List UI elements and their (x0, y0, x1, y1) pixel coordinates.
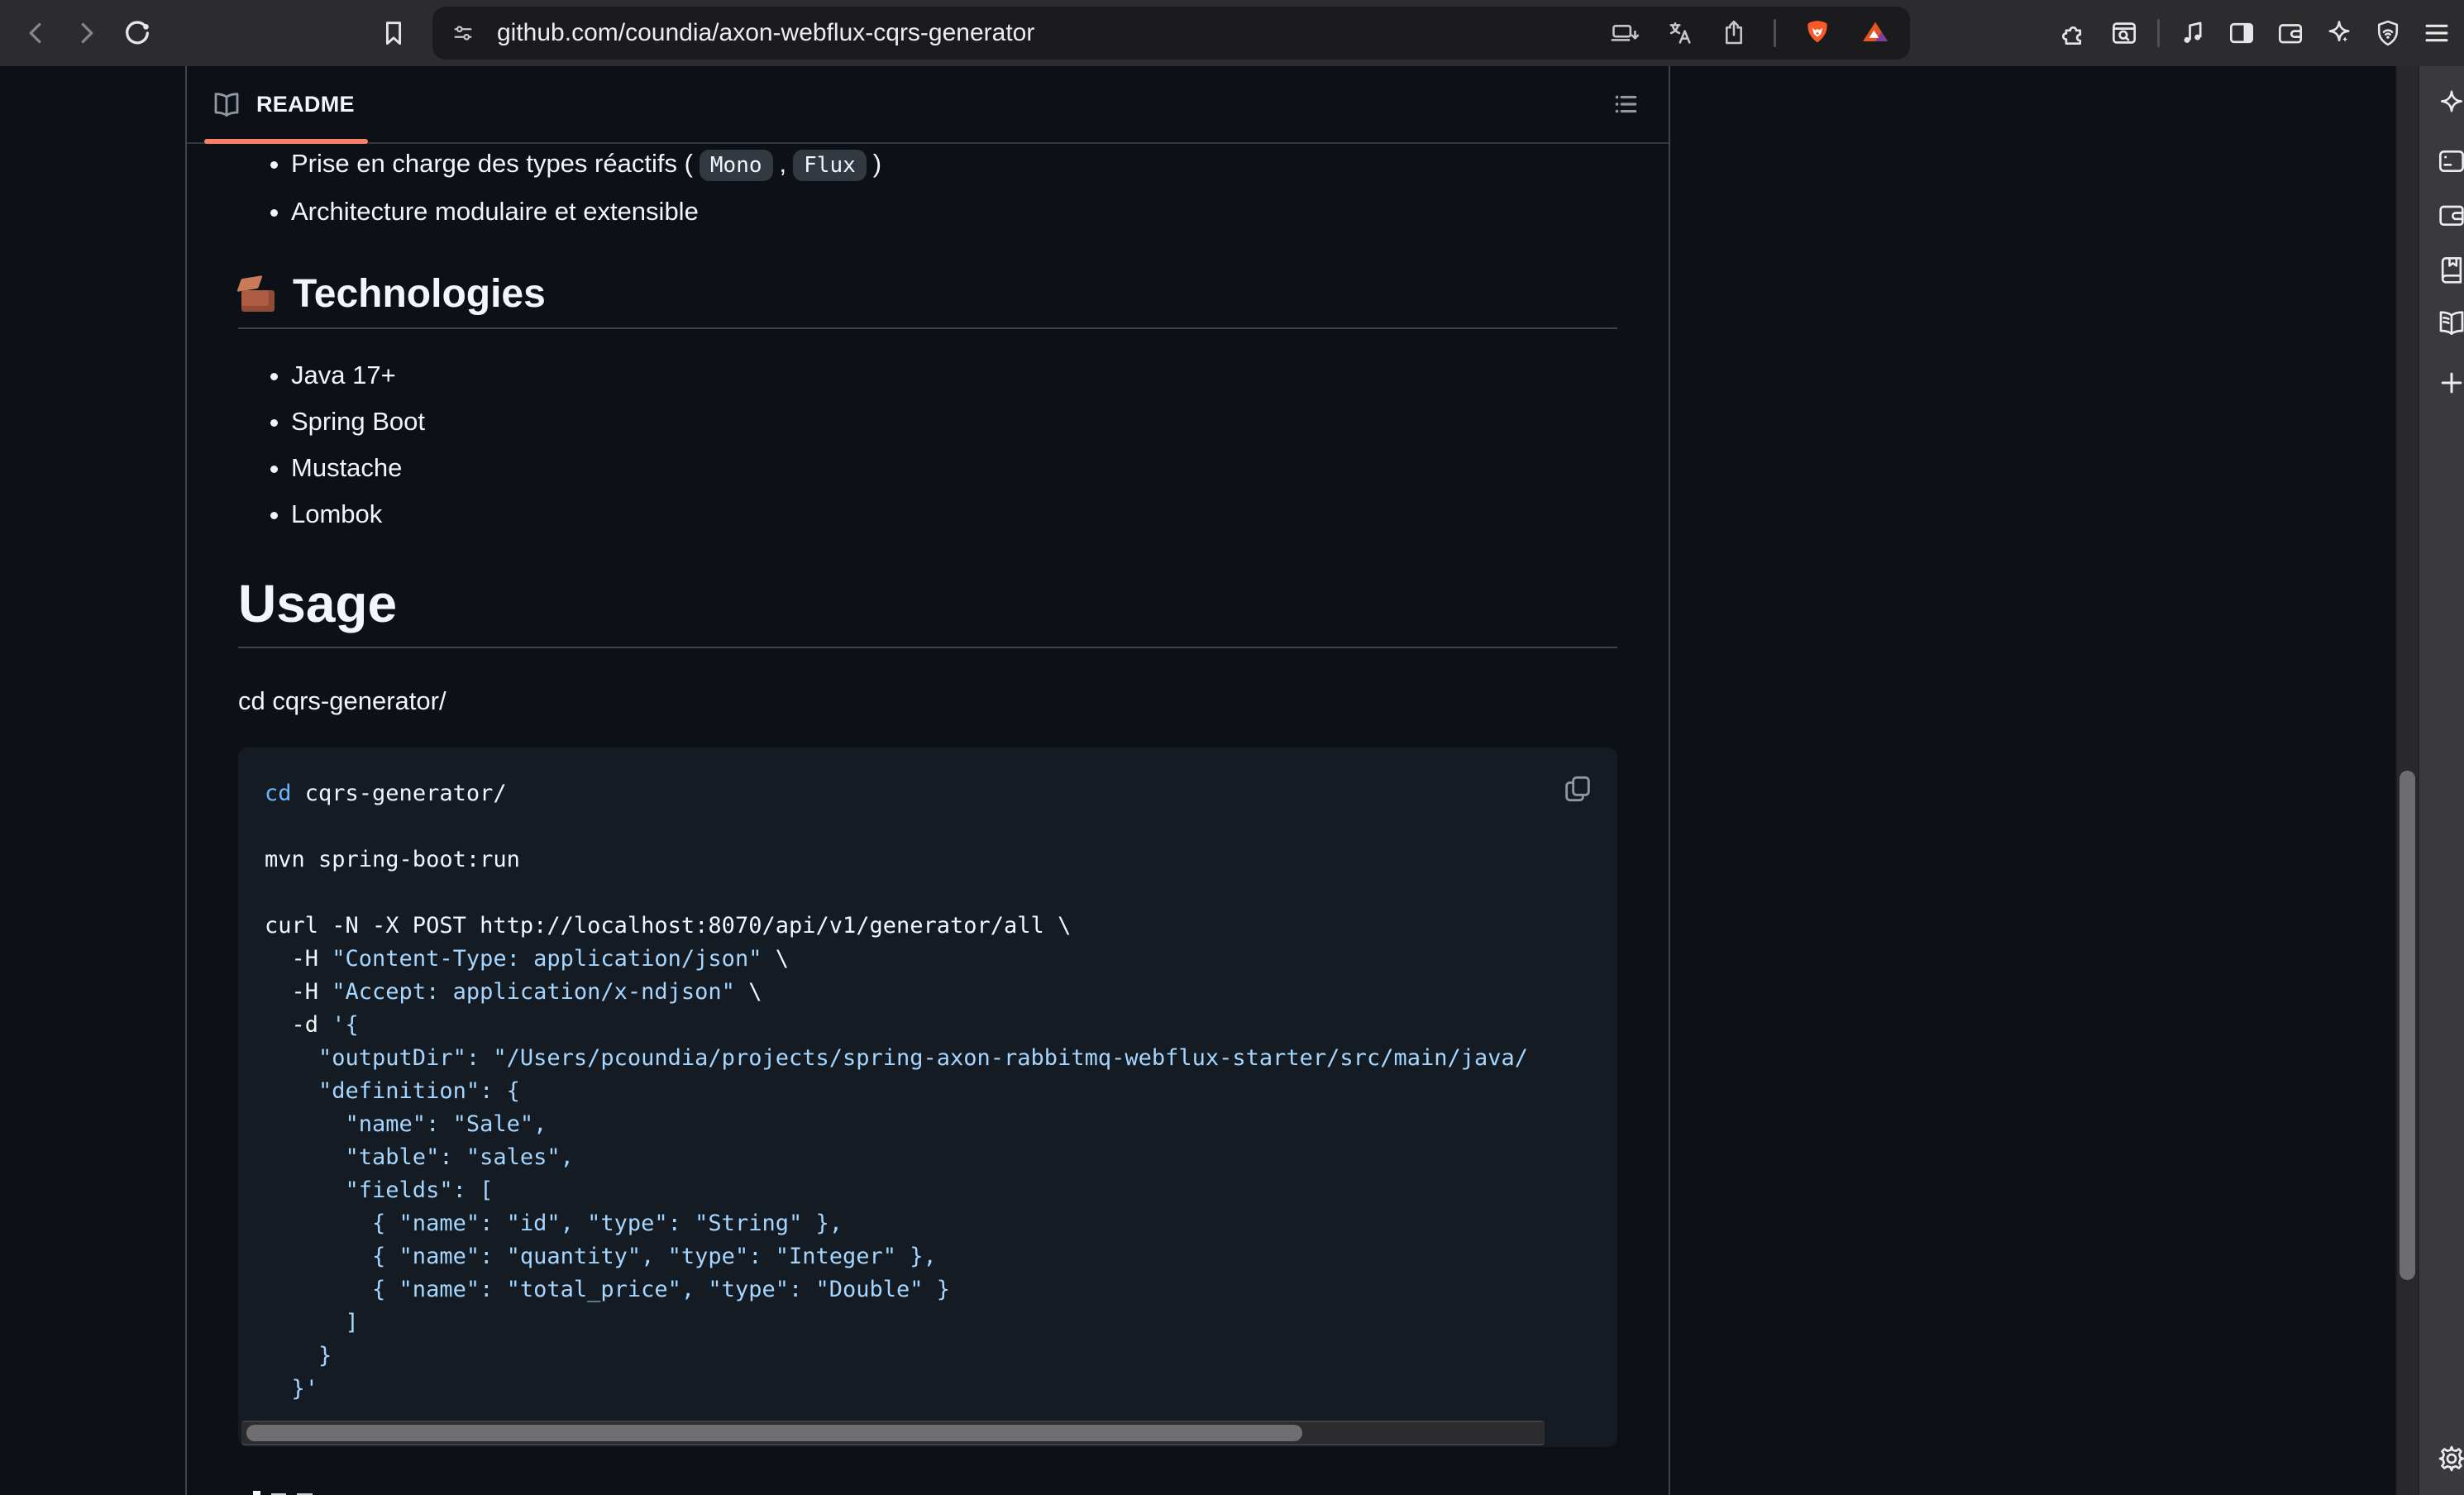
usage-intro-text: cd cqrs-generator/ (238, 681, 1617, 721)
bookmark-icon (378, 17, 409, 49)
list-item: Architecture modulaire et extensible (291, 192, 1617, 232)
list-item: Prise en charge des types réactifs (Mono… (291, 144, 1617, 185)
technologies-heading: Technologies (238, 271, 1617, 329)
extensions-puzzle-icon[interactable] (2060, 17, 2091, 49)
clipped-next-heading-top (253, 1491, 313, 1495)
page-scrollbar-gutter[interactable] (2395, 66, 2418, 1495)
address-bar[interactable]: github.com/coundia/axon-webflux-cqrs-gen… (432, 7, 1910, 60)
back-button[interactable] (15, 12, 58, 55)
url-text[interactable]: github.com/coundia/axon-webflux-cqrs-gen… (497, 19, 1034, 47)
settings-gear-icon[interactable] (2435, 1442, 2464, 1475)
address-bar-separator (1774, 19, 1776, 47)
forward-chevron-icon (71, 18, 101, 48)
browser-window: github.com/coundia/axon-webflux-cqrs-gen… (0, 0, 2464, 1495)
brave-rewards-triangle-icon[interactable] (1859, 17, 1892, 50)
inline-code-mono: Mono (700, 150, 773, 181)
active-tab-underline (204, 139, 368, 144)
reload-button[interactable] (116, 12, 159, 55)
intro-list: Prise en charge des types réactifs (Mono… (238, 144, 1617, 232)
reload-icon (121, 17, 154, 50)
add-plus-icon[interactable] (2435, 366, 2464, 399)
brave-shield-lion-icon[interactable] (1801, 17, 1834, 50)
copy-icon (1561, 772, 1594, 805)
list-item-text: Lombok (291, 499, 382, 528)
search-tabs-window-icon[interactable] (2108, 17, 2140, 49)
list-item-text: Java 17+ (291, 361, 396, 389)
readme-card: README Prise en charge des types réactif… (185, 66, 1670, 1495)
list-item: Java 17+ (291, 356, 1617, 395)
wallet-icon[interactable] (2435, 198, 2464, 232)
outline-list-icon (1610, 88, 1641, 120)
toolbar-separator (2157, 19, 2160, 47)
leo-ai-sparkle-icon[interactable] (2323, 17, 2355, 49)
toolbar-right-cluster (2060, 0, 2452, 66)
list-item-text: Architecture modulaire et extensible (291, 197, 699, 226)
menu-hamburger-icon[interactable] (2421, 17, 2452, 49)
list-item-text: Spring Boot (291, 407, 425, 436)
brick-emoji-icon (238, 275, 281, 313)
forward-button[interactable] (64, 12, 107, 55)
list-item: Lombok (291, 494, 1617, 534)
send-to-device-icon[interactable] (1610, 18, 1640, 48)
back-chevron-icon (21, 18, 51, 48)
code-horizontal-scrollbar[interactable] (241, 1421, 1545, 1445)
usage-heading: Usage (238, 574, 1617, 648)
list-item: Mustache (291, 448, 1617, 488)
reading-list-book-icon[interactable] (2435, 306, 2464, 339)
readme-header: README (187, 66, 1669, 144)
share-icon[interactable] (1719, 18, 1749, 48)
list-item-text: Prise en charge des types réactifs ( (291, 149, 693, 178)
list-item-text: , (780, 149, 787, 178)
list-item-text: Mustache (291, 453, 402, 482)
technologies-heading-text: Technologies (293, 271, 546, 318)
leo-ai-sparkle-icon[interactable] (2435, 87, 2464, 120)
vpn-shield-icon[interactable] (2372, 17, 2404, 49)
site-settings-sliders-icon[interactable] (451, 21, 475, 45)
music-note-icon[interactable] (2177, 17, 2209, 49)
markdown-body: Prise en charge des types réactifs (Mono… (187, 144, 1669, 1447)
brave-sidebar-strip (2418, 66, 2464, 1495)
list-item: Spring Boot (291, 402, 1617, 442)
list-item-text: ) (873, 149, 881, 178)
web-content: README Prise en charge des types réactif… (0, 66, 2464, 1495)
bookmarks-book-icon[interactable] (2435, 253, 2464, 286)
readme-tab-label[interactable]: README (256, 92, 355, 117)
code-content: cd cqrs-generator/ mvn spring-boot:run c… (238, 748, 1617, 1447)
copy-button[interactable] (1558, 769, 1597, 809)
code-hscroll-thumb[interactable] (246, 1425, 1302, 1441)
technologies-list: Java 17+ Spring Boot Mustache Lombok (238, 356, 1617, 534)
code-block: cd cqrs-generator/ mvn spring-boot:run c… (238, 748, 1617, 1447)
sidebar-panel-icon[interactable] (2226, 17, 2257, 49)
bookmark-button[interactable] (372, 12, 415, 55)
page-scrollbar-thumb[interactable] (2400, 771, 2415, 1280)
outline-button[interactable] (1606, 84, 1645, 124)
browser-toolbar: github.com/coundia/axon-webflux-cqrs-gen… (0, 0, 2464, 66)
translate-icon[interactable] (1664, 18, 1694, 48)
book-open-icon (210, 88, 243, 121)
wallet-icon[interactable] (2275, 17, 2306, 49)
inline-code-flux: Flux (793, 150, 867, 181)
window-tab-icon[interactable] (2435, 145, 2464, 178)
